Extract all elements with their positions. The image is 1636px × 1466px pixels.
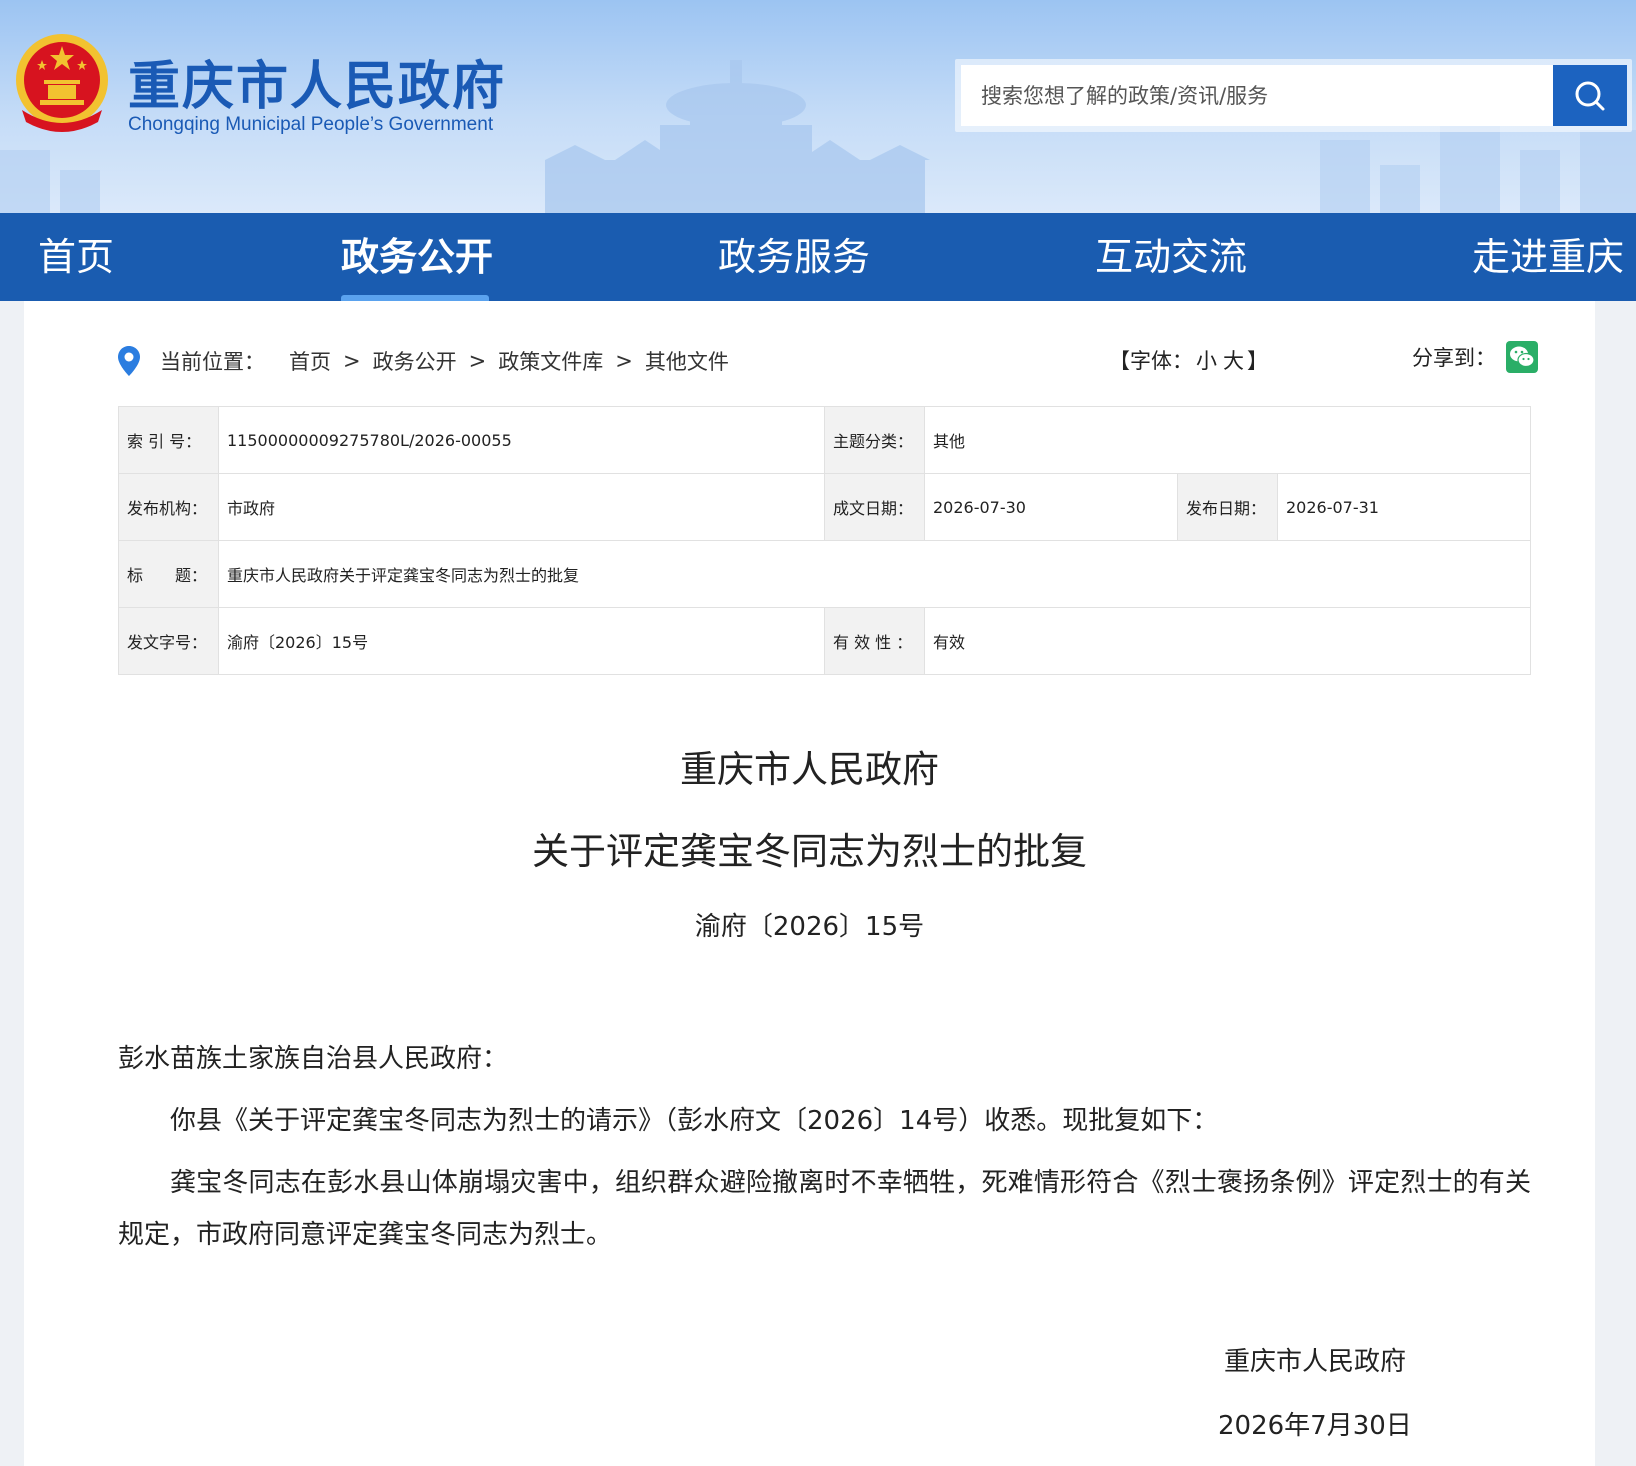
document-paragraph: 你县《关于评定龚宝冬同志为烈士的请示》（彭水府文〔2026〕14号）收悉。现批复… [170,1106,1219,1136]
meta-written-date-value: 2026-07-30 [924,473,1178,541]
breadcrumb-item-other-files[interactable]: 其他文件 [645,346,729,376]
meta-written-date-label: 成文日期： [824,473,925,541]
font-size-control: 【字体：小大】 [1109,345,1268,375]
meta-title-label: 标 题： [118,540,219,608]
national-emblem-icon [16,34,108,132]
nav-item-gov-affairs-open[interactable]: 政务公开 [341,213,493,301]
breadcrumb: 当前位置： 首页 > 政务公开 > 政策文件库 > 其他文件 [118,341,1558,381]
search-input[interactable] [961,65,1553,126]
site-header: 重庆市人民政府 Chongqing Municipal People’s Gov… [0,0,1636,213]
meta-row: 发文字号： 渝府〔2026〕15号 有 效 性 ： 有效 [118,607,1531,675]
breadcrumb-separator: > [343,349,361,373]
document-title-line2: 关于评定龚宝冬同志为烈士的批复 [532,830,1087,873]
meta-validity-label: 有 效 性 ： [824,607,925,675]
meta-issuer-value: 市政府 [218,473,825,541]
meta-publish-date-label: 发布日期： [1177,473,1278,541]
meta-row: 发布机构： 市政府 成文日期： 2026-07-30 发布日期： 2026-07… [118,473,1531,541]
document-body: 彭水苗族土家族自治县人民政府： 你县《关于评定龚宝冬同志为烈士的请示》（彭水府文… [118,1033,1531,1261]
search-bar [955,59,1632,132]
meta-row: 索 引 号： 11500000009275780L/2026-00055 主题分… [118,406,1531,474]
meta-index-value: 11500000009275780L/2026-00055 [218,406,825,474]
meta-doc-number-label: 发文字号： [118,607,219,675]
font-size-small-button[interactable]: 小 [1196,349,1217,373]
search-button[interactable] [1553,65,1627,126]
meta-publish-date-value: 2026-07-31 [1277,473,1531,541]
article-panel: 当前位置： 首页 > 政务公开 > 政策文件库 > 其他文件 【字体：小大】 分… [24,301,1595,1466]
meta-index-label: 索 引 号： [118,406,219,474]
font-size-large-button[interactable]: 大 [1223,349,1244,373]
meta-row: 标 题： 重庆市人民政府关于评定龚宝冬同志为烈士的批复 [118,540,1531,608]
breadcrumb-item-home[interactable]: 首页 [289,346,331,376]
share-bar: 分享到： [1412,341,1538,373]
search-icon [1575,81,1605,110]
font-size-close: 】 [1247,349,1268,373]
meta-issuer-label: 发布机构： [118,473,219,541]
document-title-line1: 重庆市人民政府 [680,748,939,791]
meta-validity-value: 有效 [924,607,1531,675]
document-paragraph: 龚宝冬同志在彭水县山体崩塌灾害中，组织群众避险撤离时不幸牺牲，死难情形符合《烈士… [118,1168,1531,1250]
breadcrumb-label: 当前位置： [160,350,265,374]
meta-topic-value: 其他 [924,406,1531,474]
site-subtitle: Chongqing Municipal People’s Government [128,114,494,135]
site-title[interactable]: 重庆市人民政府 [128,44,506,119]
document-meta-table: 索 引 号： 11500000009275780L/2026-00055 主题分… [118,406,1531,675]
breadcrumb-separator: > [615,349,633,373]
breadcrumb-item-policy-library[interactable]: 政策文件库 [498,346,603,376]
document-number: 渝府〔2026〕15号 [694,912,925,942]
font-size-open: 【字体： [1109,349,1193,373]
main-nav: 首页 政务公开 政务服务 互动交流 走进重庆 [0,213,1636,301]
signature-organization: 重庆市人民政府 [1224,1347,1407,1377]
wechat-icon[interactable] [1506,341,1538,373]
nav-item-interaction[interactable]: 互动交流 [1095,213,1247,301]
document-addressee: 彭水苗族土家族自治县人民政府： [118,1044,509,1074]
nav-item-gov-services[interactable]: 政务服务 [718,213,870,301]
meta-topic-label: 主题分类： [824,406,925,474]
nav-item-home[interactable]: 首页 [38,213,114,301]
nav-item-about-chongqing[interactable]: 走进重庆 [1472,213,1624,301]
share-label: 分享到： [1412,346,1496,370]
breadcrumb-separator: > [468,349,487,373]
meta-doc-number-value: 渝府〔2026〕15号 [218,607,825,675]
location-pin-icon [118,346,140,376]
meta-title-value: 重庆市人民政府关于评定龚宝冬同志为烈士的批复 [218,540,1531,608]
signature-date: 2026年7月30日 [1218,1411,1412,1441]
breadcrumb-item-gov-affairs-open[interactable]: 政务公开 [373,346,457,376]
